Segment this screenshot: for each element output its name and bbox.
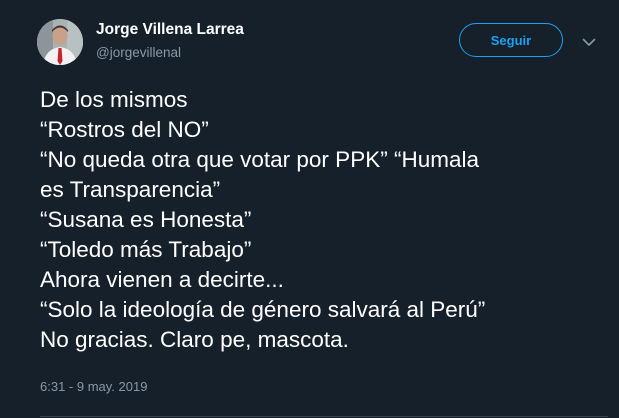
tweet-text-line: “Rostros del NO” — [40, 117, 209, 142]
author-handle[interactable]: @jorgevillenal — [96, 45, 181, 60]
tweet-text-line: es Transparencia” — [40, 177, 221, 202]
tweet-text-line: No gracias. Claro pe, mascota. — [40, 327, 349, 352]
tweet-text-line: De los mismos — [40, 87, 188, 112]
divider — [40, 416, 608, 417]
tweet-text-line: “Toledo más Trabajo” — [40, 237, 252, 262]
tweet-text-line: “Susana es Honesta” — [40, 207, 252, 232]
avatar[interactable] — [37, 19, 83, 65]
tweet-text-line: Ahora vienen a decirte... — [40, 267, 284, 292]
more-options-button[interactable] — [578, 33, 600, 51]
person-photo-avatar-icon — [37, 19, 83, 65]
tweet-text: De los mismos “Rostros del NO” “No queda… — [40, 85, 610, 355]
tweet-card: Jorge Villena Larrea @jorgevillenal Segu… — [0, 0, 619, 418]
tweet-text-line: “No queda otra que votar por PPK” “Humal… — [40, 147, 479, 172]
tweet-text-line: “Solo la ideología de género salvará al … — [40, 297, 486, 322]
tweet-timestamp[interactable]: 6:31 - 9 may. 2019 — [40, 379, 147, 394]
chevron-down-icon — [582, 38, 596, 46]
author-display-name[interactable]: Jorge Villena Larrea — [96, 21, 244, 39]
follow-button[interactable]: Seguir — [459, 23, 563, 57]
